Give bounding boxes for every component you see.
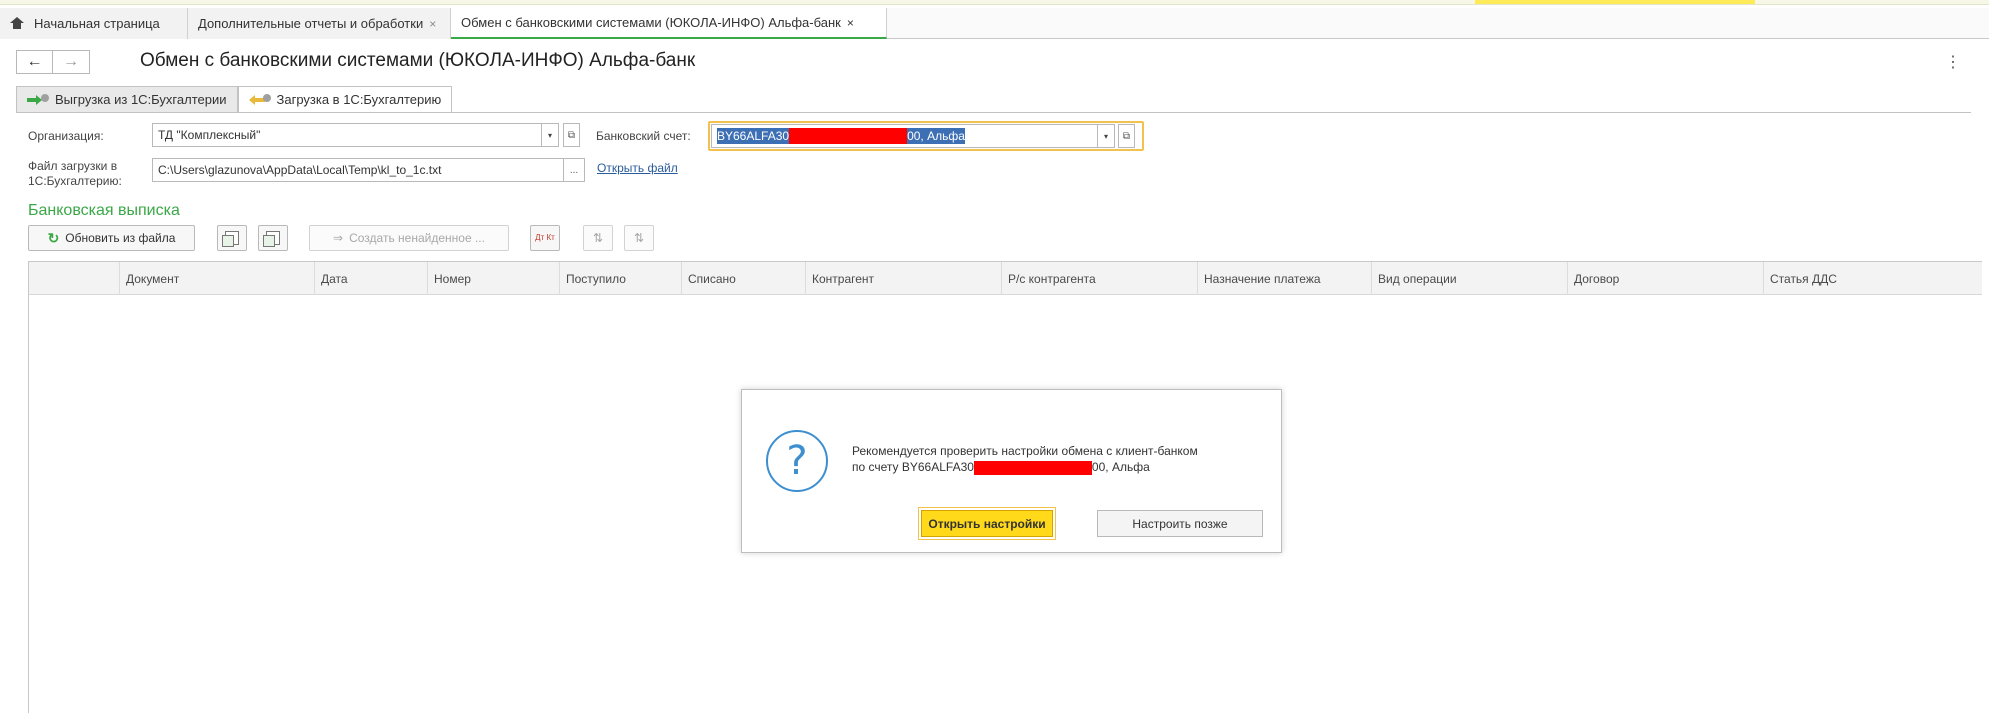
- col-number[interactable]: Номер: [427, 262, 559, 295]
- tab-reports-label: Дополнительные отчеты и обработки: [198, 16, 424, 31]
- top-strip: [0, 0, 1989, 5]
- open-settings-button[interactable]: Открыть настройки: [921, 510, 1053, 537]
- bank-account-open-icon[interactable]: ⧉: [1118, 124, 1135, 148]
- forward-button[interactable]: →: [53, 50, 90, 74]
- file-label-line1: Файл загрузки в: [28, 159, 118, 173]
- bank-account-suffix: 00, Альфа: [907, 128, 965, 144]
- redaction-block: [973, 460, 1092, 475]
- import-arrow-icon: [248, 93, 271, 106]
- tab-bar: Начальная страница Дополнительные отчеты…: [0, 8, 1989, 39]
- organization-field[interactable]: ТД "Комплексный": [152, 123, 542, 147]
- close-icon[interactable]: ×: [429, 17, 436, 31]
- top-highlight: [1475, 0, 1755, 4]
- sort-asc-button[interactable]: ⇅: [583, 225, 613, 251]
- tab-exchange[interactable]: Обмен с банковскими системами (ЮКОЛА-ИНФ…: [451, 8, 887, 39]
- col-received[interactable]: Поступило: [559, 262, 681, 295]
- tab-home-label: Начальная страница: [34, 16, 160, 31]
- col-document[interactable]: Документ: [119, 262, 314, 295]
- page-title: Обмен с банковскими системами (ЮКОЛА-ИНФ…: [140, 50, 696, 71]
- tab-import[interactable]: Загрузка в 1С:Бухгалтерию: [237, 86, 453, 113]
- bank-account-dropdown-icon[interactable]: ▾: [1098, 124, 1115, 148]
- create-missing-label: Создать ненайденное ...: [349, 231, 485, 245]
- col-counterparty[interactable]: Контрагент: [805, 262, 1001, 295]
- dialog-account-suffix: 00, Альфа: [1091, 460, 1150, 474]
- redaction-block: [789, 128, 908, 144]
- col-counterparty-account[interactable]: Р/с контрагента: [1001, 262, 1197, 295]
- sort-desc-button[interactable]: ⇅: [624, 225, 654, 251]
- dialog-message: Рекомендуется проверить настройки обмена…: [852, 443, 1272, 475]
- organization-label: Организация:: [28, 129, 104, 143]
- tab-home[interactable]: Начальная страница: [0, 8, 188, 39]
- refresh-from-file-button[interactable]: ↻ Обновить из файла: [28, 225, 195, 251]
- history-nav: ← →: [16, 50, 90, 74]
- file-path-field[interactable]: C:\Users\glazunova\AppData\Local\Temp\kl…: [152, 158, 564, 182]
- tab-exchange-label: Обмен с банковскими системами (ЮКОЛА-ИНФ…: [461, 15, 841, 30]
- uncheck-all-button[interactable]: [258, 225, 288, 251]
- tabs-divider: [16, 112, 1971, 113]
- sort-asc-icon: ⇅: [592, 231, 604, 245]
- organization-open-icon[interactable]: ⧉: [563, 123, 580, 147]
- browse-file-button[interactable]: ...: [563, 158, 585, 182]
- refresh-label: Обновить из файла: [65, 231, 176, 245]
- tab-export-label: Выгрузка из 1С:Бухгалтерии: [55, 92, 227, 107]
- refresh-icon: ↻: [47, 229, 60, 246]
- tab-import-label: Загрузка в 1С:Бухгалтерию: [276, 92, 442, 107]
- close-icon[interactable]: ×: [847, 16, 854, 30]
- bank-account-field[interactable]: BY66ALFA30 00, Альфа: [711, 124, 1098, 148]
- organization-dropdown-icon[interactable]: ▾: [542, 123, 559, 147]
- dialog-account-prefix: по счету BY66ALFA30: [852, 460, 974, 474]
- uncheck-all-icon: [263, 231, 280, 247]
- open-file-link[interactable]: Открыть файл: [597, 161, 678, 175]
- col-payment-purpose[interactable]: Назначение платежа: [1197, 262, 1371, 295]
- back-button[interactable]: ←: [16, 50, 53, 74]
- mode-tabs: Выгрузка из 1С:Бухгалтерии Загрузка в 1С…: [16, 86, 453, 113]
- tab-reports[interactable]: Дополнительные отчеты и обработки ×: [188, 8, 451, 39]
- check-all-icon: [222, 231, 239, 247]
- question-icon: ?: [766, 430, 828, 492]
- dt-kt-icon: Дт Кт: [535, 233, 555, 242]
- check-all-button[interactable]: [217, 225, 247, 251]
- col-operation-type[interactable]: Вид операции: [1371, 262, 1567, 295]
- file-label-line2: 1С:Бухгалтерию:: [28, 174, 122, 188]
- dialog-message-line1: Рекомендуется проверить настройки обмена…: [852, 444, 1198, 458]
- dialog-message-line2: по счету BY66ALFA30 00, Альфа: [852, 459, 1272, 475]
- export-arrow-icon: [27, 93, 49, 106]
- recommendation-dialog: ? Рекомендуется проверить настройки обме…: [741, 389, 1282, 553]
- configure-later-button[interactable]: Настроить позже: [1097, 510, 1263, 537]
- create-missing-button[interactable]: ⇒ Создать ненайденное ...: [309, 225, 509, 251]
- bank-account-prefix: BY66ALFA30: [717, 128, 790, 144]
- col-cash-flow-item[interactable]: Статья ДДС: [1763, 262, 1983, 295]
- col-date[interactable]: Дата: [314, 262, 427, 295]
- col-written-off[interactable]: Списано: [681, 262, 805, 295]
- arrow-right-icon: ⇒: [333, 231, 344, 245]
- tab-export[interactable]: Выгрузка из 1С:Бухгалтерии: [16, 86, 238, 113]
- sort-desc-icon: ⇅: [633, 231, 645, 245]
- section-title: Банковская выписка: [28, 202, 180, 219]
- more-menu-icon[interactable]: ⋮: [1945, 52, 1961, 72]
- home-icon: [10, 17, 24, 30]
- bank-account-label: Банковский счет:: [596, 129, 691, 143]
- dt-kt-button[interactable]: Дт Кт: [530, 225, 560, 251]
- col-contract[interactable]: Договор: [1567, 262, 1763, 295]
- table-header: Документ Дата Номер Поступило Списано Ко…: [29, 262, 1982, 295]
